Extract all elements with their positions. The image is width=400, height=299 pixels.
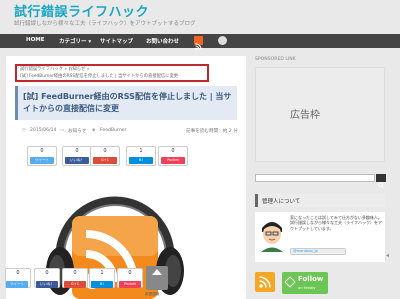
up-arrow-icon [152, 269, 162, 275]
search-input[interactable] [255, 174, 375, 182]
share-hatena-count: 1 [139, 148, 143, 154]
float-hatena-button[interactable]: B! [91, 281, 113, 288]
prev-post-button[interactable] [146, 266, 168, 290]
nav-item-contact[interactable]: お問い合わせ [146, 37, 179, 45]
article-category[interactable]: お知らせ [68, 128, 86, 134]
float-pocket-count: 0 [128, 270, 132, 276]
feedly-follow-sub: on feedly [298, 285, 316, 290]
feedly-nav-icon[interactable] [218, 36, 227, 45]
rss-icon[interactable] [194, 36, 203, 50]
search-button[interactable] [376, 174, 386, 188]
breadcrumb-line1[interactable]: 試行錯誤ライフハック » お知らせ » [20, 66, 89, 72]
share-facebook-count: 0 [75, 148, 79, 154]
float-gplus-button[interactable]: G+1 [64, 281, 86, 288]
float-facebook-count: 0 [45, 270, 49, 276]
prev-post-label: 前週週報 [145, 292, 160, 296]
rss-subscribe-icon[interactable] [255, 272, 275, 292]
share-pocket-count: 0 [171, 148, 175, 154]
float-hatena-count: 1 [100, 270, 104, 276]
article-date: 2015/06/14 [30, 128, 57, 133]
feedly-follow-label: Follow [298, 275, 324, 283]
profile-description: 家になったことは試してみて仕方がない多趣味人。試行錯誤しながら様々な工夫（ライフ… [290, 215, 382, 231]
tag-icon: ◆ [92, 128, 96, 133]
nav-item-sitemap[interactable]: サイトマップ [100, 37, 133, 45]
ad-placeholder-text: 広告枠 [290, 110, 320, 121]
profile-heading: 管理人について [262, 199, 301, 205]
feedly-icon [284, 276, 296, 288]
article-title: [試] FeedBurner経由のRSS配信を停止しました | 当サイトからの直… [23, 92, 232, 113]
hatena-button[interactable]: B! [129, 157, 153, 164]
tweet-button[interactable]: ツイート [30, 157, 54, 164]
nav-item-home[interactable]: HOME [26, 37, 45, 43]
like-button[interactable]: いいね！ [65, 157, 89, 164]
breadcrumb-line2: [試] FeedBurner経由のRSS配信を停止しました | 当サイトからの直… [20, 74, 179, 79]
float-twitter-count: 0 [16, 270, 20, 276]
feedly-follow-button[interactable]: Follow on feedly [282, 272, 328, 294]
article-tag[interactable]: FeedBurner [100, 128, 126, 133]
site-tagline: 試行錯誤しながら様々な工夫（ライフハック）をアウトプットするブログ [14, 21, 196, 27]
float-pocket-button[interactable]: Pocket [119, 281, 141, 288]
twitter-follow-button[interactable]: @moruboo_jp [290, 248, 346, 255]
float-like-button[interactable]: いいね！ [36, 281, 58, 288]
folder-icon: ▭ [60, 128, 65, 133]
read-time: 記事を読む時間：約 2 分 [186, 129, 238, 134]
pocket-button[interactable]: Pocket [161, 157, 185, 164]
chevron-left-icon[interactable]: ◂ [386, 252, 389, 259]
nav-item-category[interactable]: カテゴリー ▾ [59, 37, 91, 45]
ad-slot[interactable] [255, 67, 385, 162]
clock-icon: ◷ [22, 128, 27, 133]
site-title[interactable]: 試行錯誤ライフハック [14, 1, 149, 20]
share-twitter-count: 0 [40, 148, 44, 154]
share-googleplus-count: 0 [103, 148, 107, 154]
sponsored-label: SPONSORED LINK [255, 57, 296, 62]
avatar [258, 216, 286, 252]
float-tweet-button[interactable]: ツイート [6, 281, 28, 288]
float-googleplus-count: 0 [73, 270, 77, 276]
gplus-button[interactable]: G+1 [93, 157, 117, 164]
